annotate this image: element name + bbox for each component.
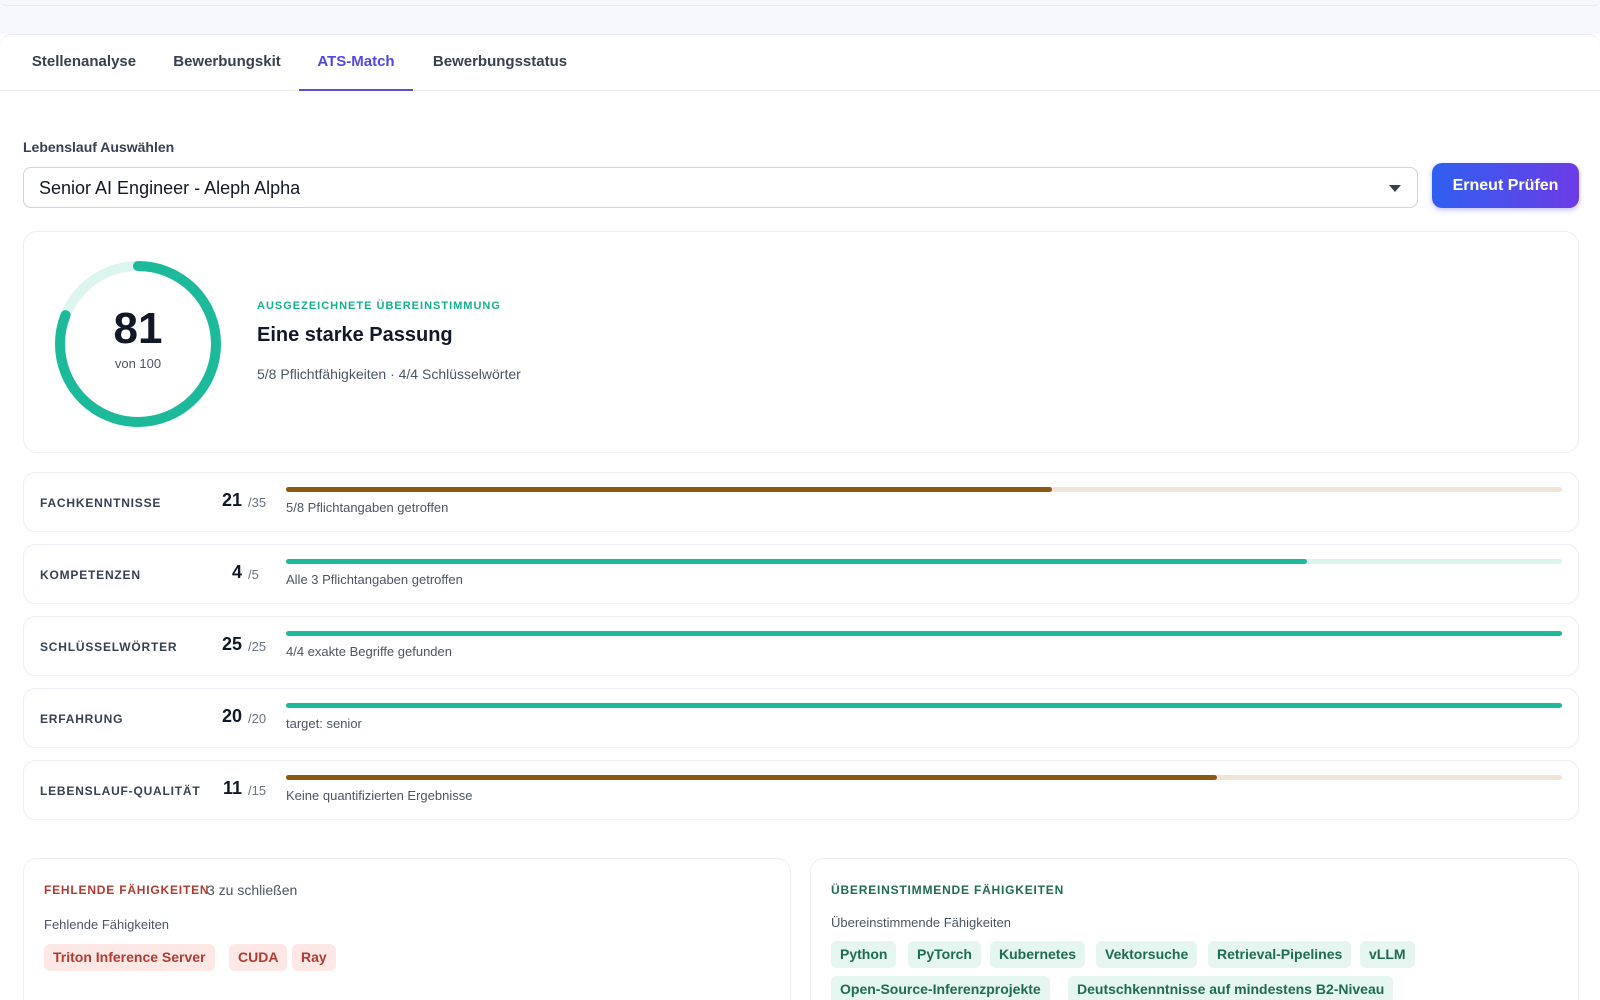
recheck-button[interactable]: Erneut Prüfen	[1432, 163, 1579, 208]
metric-erfahrung: ERFAHRUNG 20 /20 target: senior	[23, 688, 1579, 748]
metric-max: /15	[248, 783, 267, 798]
score-eyebrow: AUSGEZEICHNETE ÜBEREINSTIMMUNG	[257, 300, 501, 312]
metric-score: 4	[231, 562, 242, 582]
metric-bar-fill	[286, 775, 1218, 780]
chevron-down-icon	[1389, 185, 1401, 192]
missing-skill-chip: CUDA	[229, 944, 288, 971]
resume-select-value: Senior AI Engineer - Aleph Alpha	[39, 178, 301, 198]
resume-select[interactable]: Senior AI Engineer - Aleph Alpha	[23, 167, 1418, 208]
metric-lebenslauf-qualitaet: LEBENSLAUF-QUALITÄT 11 /15 Keine quantif…	[23, 760, 1579, 820]
matching-skill-chip: vLLM	[1360, 941, 1415, 968]
tab-bewerbungsstatus[interactable]: Bewerbungsstatus	[424, 35, 576, 91]
missing-skill-chip: Triton Inference Server	[44, 944, 215, 971]
matching-skill-chip: Kubernetes	[990, 941, 1086, 968]
metric-note: 5/8 Pflichtangaben getroffen	[286, 500, 449, 515]
matching-skills-sub: Übereinstimmende Fähigkeiten	[831, 915, 1011, 930]
metric-note: target: senior	[286, 716, 362, 731]
matching-skill-chip: Python	[831, 941, 897, 968]
metric-name: LEBENSLAUF-QUALITÄT	[40, 784, 201, 798]
metric-bar-fill	[286, 631, 1562, 636]
score-max-label: von 100	[114, 356, 162, 371]
ats-panel: Stellenanalyse Bewerbungskit ATS-Match B…	[0, 34, 1600, 1000]
metric-name: SCHLÜSSELWÖRTER	[40, 640, 178, 654]
matching-skill-chip: Deutschkenntnisse auf mindestens B2-Nive…	[1068, 976, 1394, 1000]
metric-fachkenntnisse: FACHKENNTNISSE 21 /35 5/8 Pflichtangaben…	[23, 472, 1579, 532]
matching-skill-chip: PyTorch	[908, 941, 981, 968]
missing-skills-card: FEHLENDE FÄHIGKEITEN 3 zu schließen Fehl…	[23, 858, 791, 1000]
metric-bar	[286, 559, 1562, 564]
metric-score: 11	[222, 778, 242, 798]
metric-max: /20	[248, 711, 267, 726]
score-card: 81 von 100 AUSGEZEICHNETE ÜBEREINSTIMMUN…	[23, 231, 1579, 453]
score-meta: 5/8 Pflichtfähigkeiten · 4/4 Schlüsselwö…	[257, 366, 521, 382]
metric-bar	[286, 631, 1562, 636]
metric-score: 25	[221, 634, 242, 654]
metric-note: 4/4 exakte Begriffe gefunden	[286, 644, 452, 659]
top-strip	[0, 0, 1600, 34]
metric-name: KOMPETENZEN	[40, 568, 141, 582]
top-strip-edge	[0, 0, 1600, 6]
tab-stellenanalyse[interactable]: Stellenanalyse	[18, 35, 150, 91]
tab-ats-match[interactable]: ATS-Match	[299, 35, 413, 91]
matching-skill-chip: Retrieval-Pipelines	[1208, 941, 1352, 968]
metric-note: Alle 3 Pflichtangaben getroffen	[286, 572, 463, 587]
metric-bar	[286, 487, 1562, 492]
tab-bar: Stellenanalyse Bewerbungskit ATS-Match B…	[0, 35, 1600, 91]
metric-name: FACHKENNTNISSE	[40, 496, 162, 510]
score-title: Eine starke Passung	[257, 324, 453, 346]
metric-bar	[286, 703, 1562, 708]
matching-skill-chip: Open-Source-Inferenzprojekte	[831, 976, 1050, 1000]
missing-skill-chip: Ray	[292, 944, 336, 971]
metric-schluesselwoerter: SCHLÜSSELWÖRTER 25 /25 4/4 exakte Begrif…	[23, 616, 1579, 676]
metric-score: 20	[221, 706, 242, 726]
metric-note: Keine quantifizierten Ergebnisse	[286, 788, 473, 803]
metric-max: /35	[248, 495, 267, 510]
metric-max: /5	[248, 567, 259, 582]
missing-skills-heading: FEHLENDE FÄHIGKEITEN	[44, 883, 210, 897]
metric-bar	[286, 775, 1562, 780]
resume-select-label: Lebenslauf Auswählen	[23, 139, 175, 155]
missing-skills-count: 3 zu schließen	[207, 882, 298, 898]
metric-bar-fill	[286, 487, 1052, 492]
metric-name: ERFAHRUNG	[40, 712, 124, 726]
metric-max: /25	[248, 639, 267, 654]
metric-bar-fill	[286, 559, 1307, 564]
metric-score: 21	[221, 490, 242, 510]
matching-skills-card: ÜBEREINSTIMMENDE FÄHIGKEITEN Übereinstim…	[810, 858, 1579, 1000]
score-value: 81	[113, 304, 163, 353]
metric-bar-fill	[286, 703, 1562, 708]
metric-kompetenzen: KOMPETENZEN 4 /5 Alle 3 Pflichtangaben g…	[23, 544, 1579, 604]
tab-bewerbungskit[interactable]: Bewerbungskit	[160, 35, 294, 91]
matching-skills-heading: ÜBEREINSTIMMENDE FÄHIGKEITEN	[831, 883, 1065, 897]
missing-skills-sub: Fehlende Fähigkeiten	[44, 917, 170, 932]
matching-skill-chip: Vektorsuche	[1096, 941, 1198, 968]
